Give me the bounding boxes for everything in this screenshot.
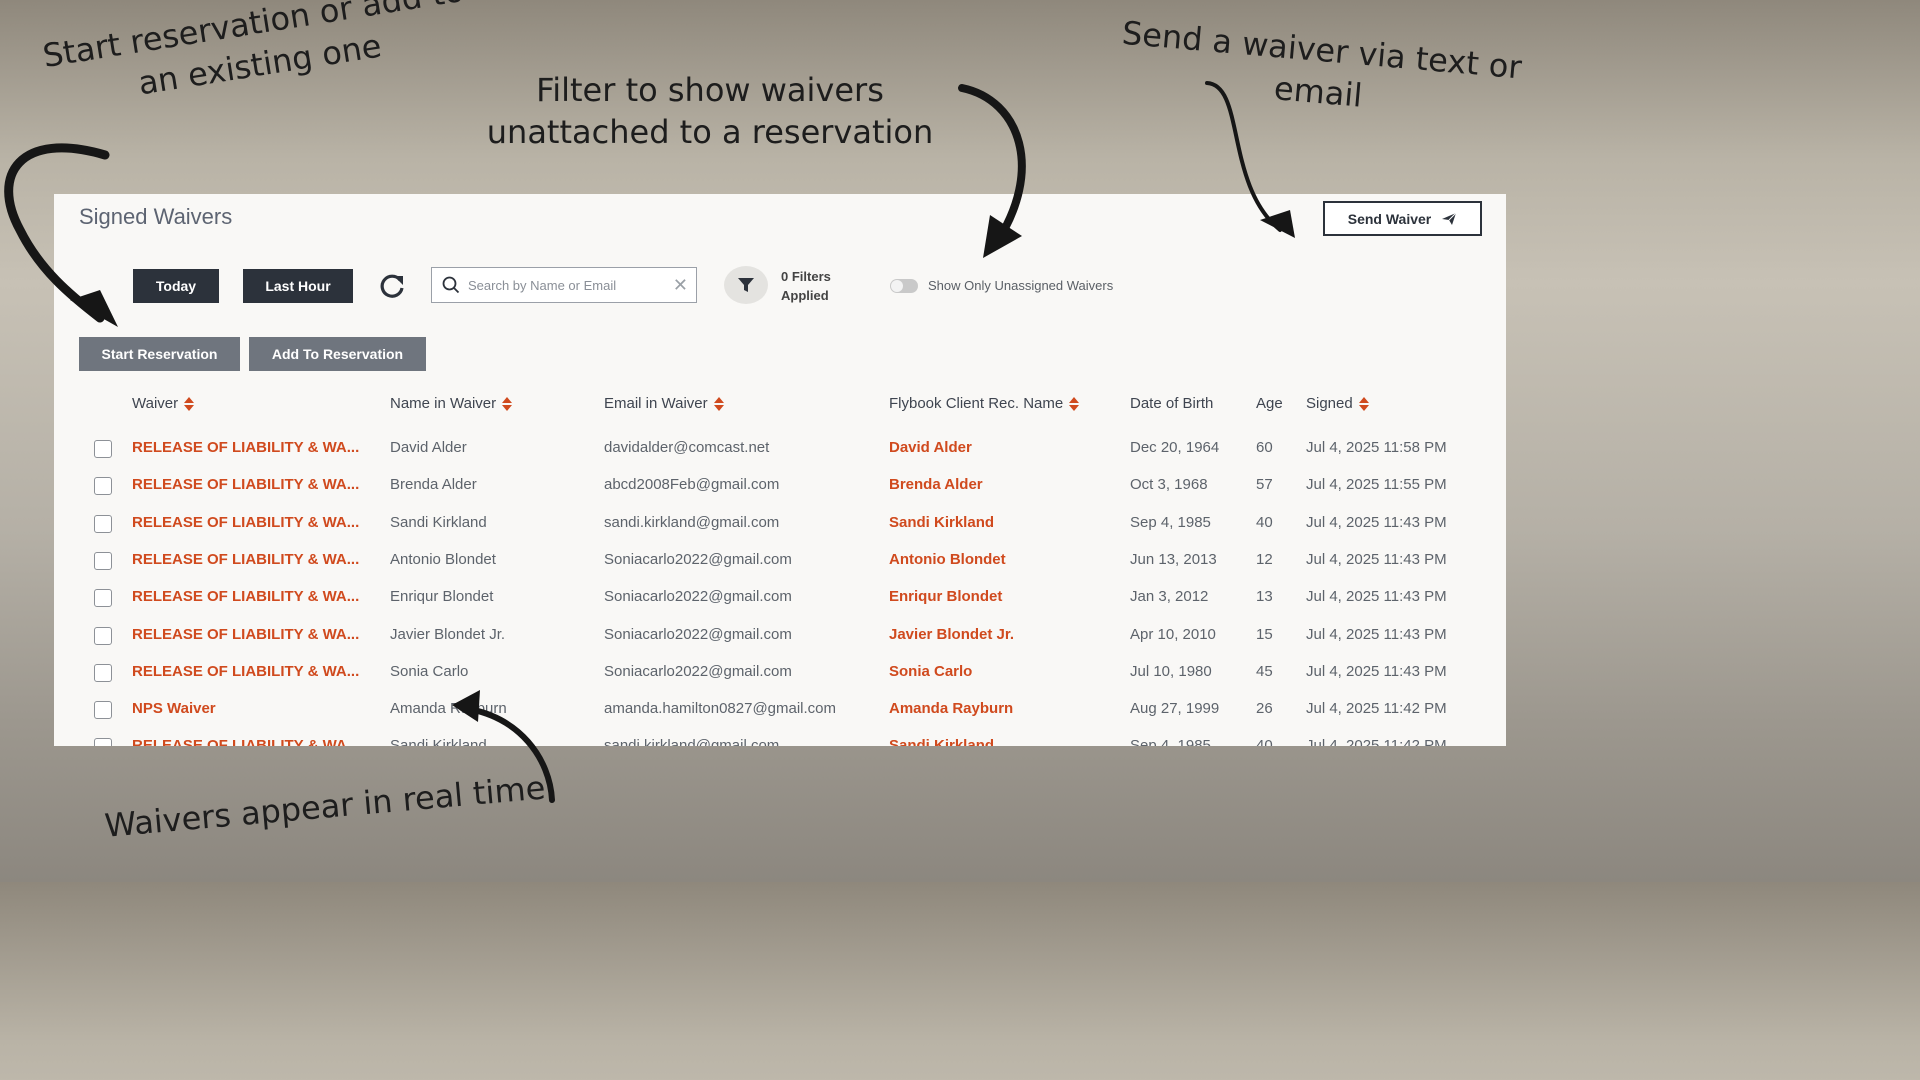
arrow-icon	[459, 705, 555, 803]
arrow-icon	[4, 143, 110, 323]
arrow-icon	[1205, 81, 1282, 232]
annotation-arrows	[4, 81, 1295, 803]
